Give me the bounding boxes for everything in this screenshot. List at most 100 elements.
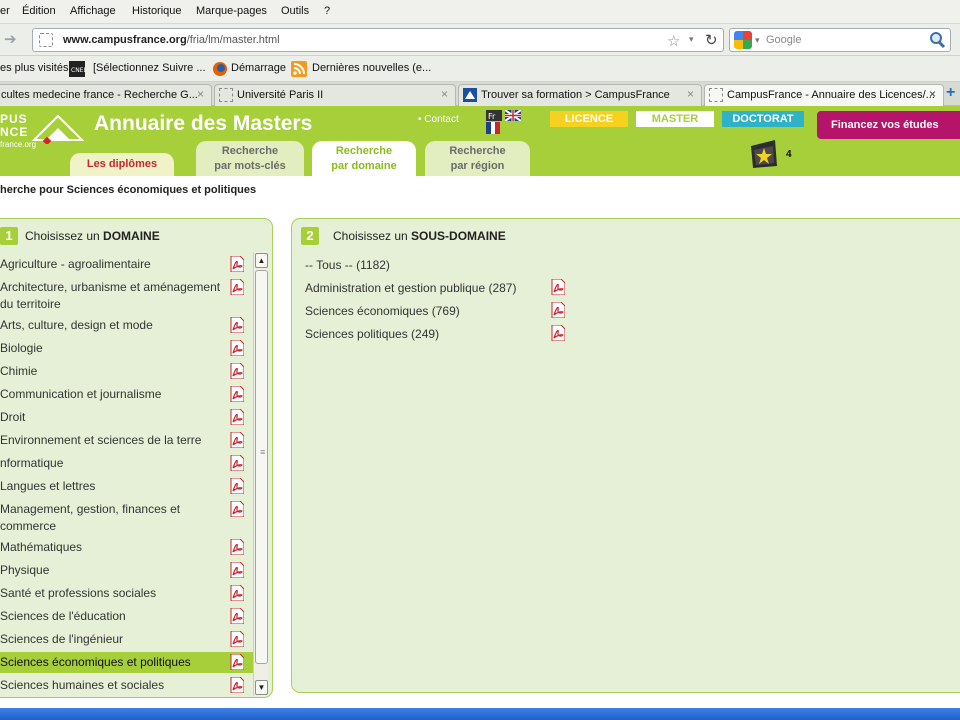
campusfrance-logo[interactable]: PUS NCE france.org xyxy=(0,110,88,152)
star-icon[interactable]: ☆ xyxy=(667,32,680,50)
domaine-scrollbar[interactable]: ▲ ≡ ▼ xyxy=(253,252,268,696)
pdf-icon[interactable] xyxy=(230,386,244,402)
search-engine-dropdown-icon[interactable]: ▾ xyxy=(755,35,760,46)
site-title: Annuaire des Masters xyxy=(94,112,313,135)
pdf-icon[interactable] xyxy=(230,631,244,647)
flag-fr-icon[interactable]: Fr xyxy=(486,110,502,121)
pdf-icon[interactable] xyxy=(230,677,244,693)
domaine-item[interactable]: Langues et lettres xyxy=(0,478,253,495)
sous-domaine-panel-title: Choisissez un SOUS-DOMAINE xyxy=(333,229,506,243)
pdf-icon[interactable] xyxy=(230,608,244,624)
licence-button[interactable]: LICENCE xyxy=(550,111,628,127)
menu-historique[interactable]: Historique xyxy=(132,5,182,17)
domaine-item[interactable]: Chimie xyxy=(0,363,253,380)
domaine-item[interactable]: Management, gestion, finances et commerc… xyxy=(0,501,253,535)
browser-tab-trouver[interactable]: Trouver sa formation > CampusFrance × xyxy=(458,84,702,106)
domaine-item-selected[interactable]: Sciences économiques et politiques xyxy=(0,652,253,673)
domaine-item[interactable]: Physique xyxy=(0,562,253,579)
url-text[interactable]: www.campusfrance.org/fria/lm/master.html xyxy=(63,34,280,46)
bookmark-demarrage[interactable]: Démarrage xyxy=(231,62,286,74)
pdf-icon[interactable] xyxy=(230,455,244,471)
sous-domaine-item[interactable]: Administration et gestion publique (287) xyxy=(305,281,516,295)
domaine-item[interactable]: Communication et journalisme xyxy=(0,386,253,403)
bookmark-dernieres-nouvelles[interactable]: Dernières nouvelles (e... xyxy=(312,62,431,74)
url-dropdown-icon[interactable]: ▾ xyxy=(689,34,694,45)
search-bar[interactable]: ▾ Google xyxy=(729,28,951,52)
url-bar[interactable]: www.campusfrance.org/fria/lm/master.html… xyxy=(32,28,724,52)
reload-icon[interactable]: ↻ xyxy=(705,31,718,49)
menu-aide[interactable]: ? xyxy=(324,5,330,17)
browser-tab-paris2[interactable]: Université Paris II × xyxy=(214,84,456,106)
close-icon[interactable]: × xyxy=(929,87,936,101)
domaine-item[interactable]: Architecture, urbanisme et aménagement d… xyxy=(0,279,253,313)
pdf-icon[interactable] xyxy=(230,432,244,448)
browser-tab-annuaire[interactable]: CampusFrance - Annuaire des Licences/...… xyxy=(704,84,944,106)
cart-icon[interactable] xyxy=(749,138,779,170)
site-header: PUS NCE france.org Annuaire des Masters … xyxy=(0,106,960,176)
pdf-icon[interactable] xyxy=(230,317,244,333)
domaine-item[interactable]: nformatique xyxy=(0,455,253,472)
menu-outils[interactable]: Outils xyxy=(281,5,309,17)
domaine-item[interactable]: Mathématiques xyxy=(0,539,253,556)
scroll-down-icon[interactable]: ▼ xyxy=(255,680,268,695)
pdf-icon[interactable] xyxy=(230,562,244,578)
bookmark-plus-visites[interactable]: es plus visités xyxy=(0,62,68,74)
title-bold: SOUS-DOMAINE xyxy=(411,229,506,243)
close-icon[interactable]: × xyxy=(687,87,694,101)
pdf-icon[interactable] xyxy=(551,302,565,318)
search-icon[interactable] xyxy=(928,31,946,49)
menu-fichier[interactable]: er xyxy=(0,5,10,17)
pdf-icon[interactable] xyxy=(551,279,565,295)
pdf-icon[interactable] xyxy=(551,325,565,341)
close-icon[interactable]: × xyxy=(441,87,448,101)
domaine-item[interactable]: Agriculture - agroalimentaire xyxy=(0,256,253,273)
pdf-icon[interactable] xyxy=(230,654,244,670)
tab-recherche-mots-cles[interactable]: Recherche par mots-clés xyxy=(196,141,304,176)
tab-label-line1: Recherche xyxy=(221,145,279,157)
domaine-item[interactable]: Biologie xyxy=(0,340,253,357)
os-taskbar xyxy=(0,708,960,720)
forward-icon[interactable]: ➔ xyxy=(0,30,22,50)
sous-domaine-item[interactable]: -- Tous -- (1182) xyxy=(305,258,390,272)
google-icon[interactable] xyxy=(734,31,752,49)
bookmark-suivre[interactable]: [Sélectionnez Suivre ... xyxy=(93,62,206,74)
tab-recherche-region[interactable]: Recherche par région xyxy=(425,141,530,176)
pdf-icon[interactable] xyxy=(230,279,244,295)
tab-label: Les diplômes xyxy=(86,158,158,170)
pdf-icon[interactable] xyxy=(230,363,244,379)
domaine-item[interactable]: Santé et professions sociales xyxy=(0,585,253,602)
domaine-item[interactable]: Sciences humaines et sociales xyxy=(0,677,253,694)
menu-marque-pages[interactable]: Marque-pages xyxy=(196,5,267,17)
domaine-item[interactable]: Sciences de l'éducation xyxy=(0,608,253,625)
page-favicon-icon xyxy=(39,33,53,47)
pdf-icon[interactable] xyxy=(230,409,244,425)
domaine-item[interactable]: Droit xyxy=(0,409,253,426)
scroll-up-icon[interactable]: ▲ xyxy=(255,253,268,268)
new-tab-button[interactable]: + xyxy=(946,84,955,102)
flag-uk-icon[interactable] xyxy=(505,110,521,121)
browser-tab-recherche[interactable]: cultes medecine france - Recherche G... … xyxy=(0,84,212,106)
pdf-icon[interactable] xyxy=(230,478,244,494)
domaine-item[interactable]: Environnement et sciences de la terre xyxy=(0,432,253,449)
sous-domaine-item[interactable]: Sciences politiques (249) xyxy=(305,327,439,341)
pdf-icon[interactable] xyxy=(230,340,244,356)
tab-recherche-domaine[interactable]: Recherche par domaine xyxy=(312,141,416,176)
tab-les-diplomes[interactable]: Les diplômes xyxy=(70,153,174,176)
pdf-icon[interactable] xyxy=(230,585,244,601)
master-button[interactable]: MASTER xyxy=(636,111,714,127)
pdf-icon[interactable] xyxy=(230,539,244,555)
sous-domaine-item[interactable]: Sciences économiques (769) xyxy=(305,304,460,318)
domaine-item[interactable]: Arts, culture, design et mode xyxy=(0,317,253,334)
menu-edition[interactable]: Édition xyxy=(22,5,56,17)
doctorat-button[interactable]: DOCTORAT xyxy=(722,111,804,127)
close-icon[interactable]: × xyxy=(197,87,204,101)
search-input[interactable]: Google xyxy=(766,34,801,46)
pdf-icon[interactable] xyxy=(230,501,244,517)
step-2-badge: 2 xyxy=(301,227,319,245)
financez-button[interactable]: Financez vos études xyxy=(817,111,960,139)
domaine-item[interactable]: Sciences de l'ingénieur xyxy=(0,631,253,648)
pdf-icon[interactable] xyxy=(230,256,244,272)
menu-affichage[interactable]: Affichage xyxy=(70,5,116,17)
scroll-thumb[interactable]: ≡ xyxy=(255,270,268,664)
contact-link[interactable]: • Contact xyxy=(418,114,459,125)
